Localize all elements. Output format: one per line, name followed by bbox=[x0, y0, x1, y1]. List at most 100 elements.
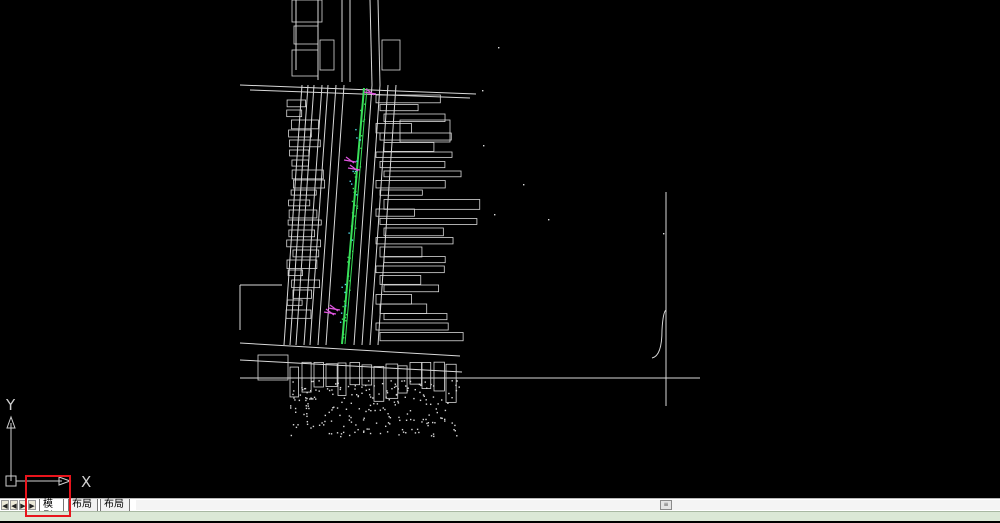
green-survey-point bbox=[347, 256, 349, 259]
horizontal-scrollbar[interactable]: ≡ bbox=[136, 500, 1000, 510]
scatter-point bbox=[451, 397, 453, 399]
green-survey-point bbox=[342, 333, 345, 336]
cyan-survey-point bbox=[351, 239, 354, 241]
scatter-point bbox=[397, 402, 400, 404]
scatter-point bbox=[347, 385, 350, 388]
scatter-point bbox=[312, 398, 314, 400]
scatter-point bbox=[444, 409, 447, 412]
cyan-survey-point bbox=[344, 305, 347, 307]
scatter-point bbox=[292, 393, 294, 396]
scatter-point bbox=[315, 389, 317, 391]
scatter-point bbox=[409, 410, 412, 412]
cad-building-outline bbox=[337, 362, 347, 396]
scatter-point bbox=[351, 394, 353, 396]
scatter-point bbox=[354, 388, 356, 390]
previous-tab-button[interactable]: ◀ bbox=[10, 500, 18, 510]
scatter-point bbox=[308, 407, 310, 410]
cad-building-outline bbox=[379, 275, 422, 285]
scatter-point bbox=[395, 394, 398, 396]
green-survey-point bbox=[349, 289, 351, 291]
scatter-point bbox=[340, 433, 343, 435]
cyan-survey-point bbox=[352, 170, 354, 173]
scatter-point bbox=[434, 422, 436, 424]
scatter-point bbox=[358, 408, 361, 410]
scatter-point bbox=[444, 418, 446, 421]
next-tab-button[interactable]: ▶ bbox=[19, 500, 27, 510]
isolated-point bbox=[483, 145, 485, 147]
scatter-point bbox=[444, 420, 446, 422]
scatter-point bbox=[312, 380, 315, 383]
scatter-point bbox=[451, 422, 453, 424]
scatter-point bbox=[330, 433, 333, 435]
scatter-point bbox=[348, 434, 351, 437]
scatter-point bbox=[366, 428, 368, 430]
green-survey-point bbox=[345, 320, 347, 322]
scatter-point bbox=[413, 419, 415, 421]
scatter-point bbox=[391, 388, 393, 390]
scatter-point bbox=[294, 411, 297, 413]
scatter-point bbox=[411, 428, 413, 431]
cad-building-outline bbox=[286, 99, 306, 108]
cad-building-outline bbox=[375, 322, 449, 331]
scatter-point bbox=[432, 385, 435, 387]
scatter-point bbox=[292, 424, 295, 426]
model-space-viewport[interactable]: Y X bbox=[0, 0, 1000, 498]
cyan-survey-point bbox=[356, 194, 358, 196]
scatter-point bbox=[386, 431, 389, 433]
cad-building-outline bbox=[325, 363, 338, 387]
scatter-point bbox=[406, 413, 409, 415]
scatter-point bbox=[299, 394, 302, 396]
scatter-point bbox=[416, 428, 419, 431]
scatter-point bbox=[428, 414, 430, 416]
cad-drawing bbox=[239, 0, 700, 438]
scatter-point bbox=[405, 419, 408, 422]
scatter-point bbox=[406, 389, 409, 392]
cyan-survey-point bbox=[359, 139, 361, 141]
cad-building-outline bbox=[291, 159, 309, 167]
scatter-point bbox=[324, 420, 326, 423]
cyan-survey-point bbox=[356, 137, 358, 139]
green-survey-point bbox=[349, 257, 351, 259]
green-survey-point bbox=[351, 212, 354, 214]
scatter-point bbox=[355, 393, 358, 396]
cad-building-outline bbox=[375, 208, 415, 217]
scatter-point bbox=[393, 401, 396, 403]
scatter-point bbox=[387, 422, 390, 424]
scatter-point bbox=[388, 415, 390, 418]
cad-building-outline bbox=[383, 227, 444, 237]
scatter-point bbox=[343, 425, 345, 428]
scatter-point bbox=[454, 430, 456, 432]
green-survey-point bbox=[343, 300, 346, 302]
scatter-point bbox=[447, 402, 449, 404]
scatter-point bbox=[399, 419, 401, 422]
tab-model[interactable]: 模型 bbox=[39, 499, 64, 522]
scatter-point bbox=[454, 424, 456, 427]
scatter-point bbox=[350, 416, 352, 419]
command-line-area[interactable] bbox=[0, 511, 1000, 521]
road-edge-line bbox=[325, 84, 345, 346]
scatter-point bbox=[334, 383, 337, 385]
scatter-point bbox=[405, 385, 407, 387]
scatter-point bbox=[361, 386, 363, 388]
scatter-point bbox=[386, 392, 389, 394]
scatter-point bbox=[382, 407, 384, 409]
scatter-point bbox=[365, 389, 368, 392]
scatter-point bbox=[397, 400, 399, 403]
scatter-point bbox=[305, 397, 307, 399]
first-tab-button[interactable]: ◀ bbox=[1, 500, 9, 510]
green-survey-point bbox=[341, 318, 344, 320]
scatter-point bbox=[421, 421, 423, 423]
scatter-point bbox=[310, 427, 312, 429]
last-tab-button[interactable]: ▶ bbox=[28, 500, 36, 510]
scatter-point bbox=[328, 432, 331, 435]
scatter-point bbox=[410, 418, 412, 421]
tab-layout1[interactable]: 布局1 bbox=[68, 499, 98, 522]
cad-building-outline bbox=[383, 284, 440, 293]
cyan-survey-point bbox=[344, 283, 347, 286]
green-survey-point bbox=[352, 250, 354, 253]
scrollbar-thumb[interactable]: ≡ bbox=[660, 500, 672, 510]
isolated-point bbox=[548, 219, 550, 221]
tab-layout2[interactable]: 布局2 bbox=[100, 499, 130, 522]
green-survey-point bbox=[356, 205, 359, 207]
scatter-point bbox=[413, 397, 415, 400]
